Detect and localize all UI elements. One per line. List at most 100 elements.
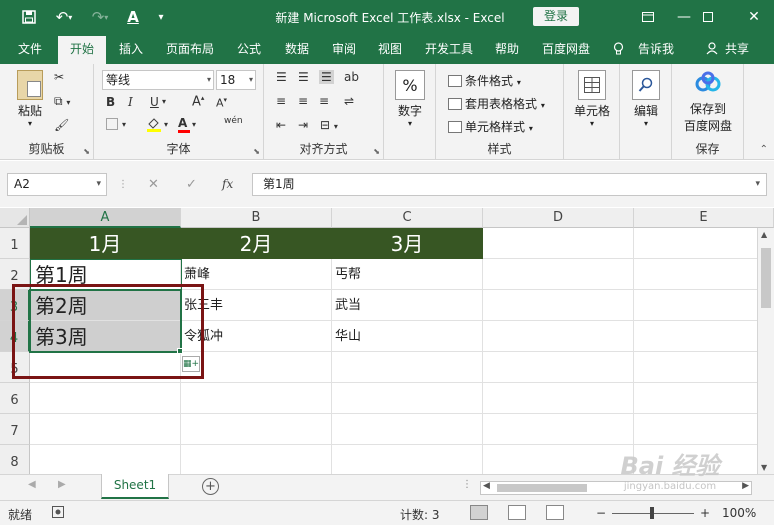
column-header-d[interactable]: D [483, 208, 634, 228]
fill-color-icon[interactable] [146, 116, 162, 135]
row-header-5[interactable]: 5 [0, 352, 30, 383]
scroll-left-icon[interactable]: ◀ [483, 481, 490, 491]
cell-e1[interactable] [634, 228, 774, 259]
cell-c4[interactable]: 华山 [332, 321, 483, 352]
cell-c6[interactable] [332, 383, 483, 414]
scroll-thumb[interactable] [497, 484, 587, 492]
cell-d4[interactable] [483, 321, 634, 352]
sheet-tab-sheet1[interactable]: Sheet1 [101, 474, 169, 499]
cell-e5[interactable] [634, 352, 774, 383]
redo-icon[interactable]: ↷ ▾ [84, 0, 116, 34]
align-center-icon[interactable]: ≡ [298, 94, 308, 108]
cell-c1[interactable]: 3月 [332, 228, 483, 259]
align-bottom-icon[interactable]: ☰ [319, 70, 334, 84]
ribbon-options-icon[interactable] [628, 0, 668, 34]
scroll-thumb[interactable] [761, 248, 771, 308]
cell-c7[interactable] [332, 414, 483, 445]
tab-split-icon[interactable]: ⋮ [462, 479, 472, 490]
align-top-icon[interactable]: ☰ [276, 70, 287, 84]
cancel-icon[interactable]: ✕ [148, 173, 159, 196]
font-name-select[interactable]: 等线 ▾ [102, 70, 214, 90]
close-icon[interactable]: ✕ [734, 0, 774, 34]
zoom-in-icon[interactable]: + [700, 506, 710, 520]
login-button[interactable]: 登录 [533, 7, 579, 26]
cell-b6[interactable] [181, 383, 332, 414]
customize-quick-access-icon[interactable]: ▾ [148, 0, 174, 34]
column-header-e[interactable]: E [634, 208, 774, 228]
align-middle-icon[interactable]: ☰ [298, 70, 309, 84]
column-header-b[interactable]: B [181, 208, 332, 228]
paste-button[interactable]: 粘贴 ▾ [10, 70, 50, 128]
cell-e6[interactable] [634, 383, 774, 414]
row-header-4[interactable]: 4 [0, 321, 30, 352]
tab-page-layout[interactable]: 页面布局 [160, 34, 220, 64]
cell-a1[interactable]: 1月 [30, 228, 181, 259]
editing-button[interactable]: 编辑 ▾ [626, 70, 666, 128]
column-header-c[interactable]: C [332, 208, 483, 228]
zoom-level[interactable]: 100% [722, 506, 756, 520]
tab-insert[interactable]: 插入 [112, 34, 150, 64]
tab-review[interactable]: 审阅 [325, 34, 363, 64]
decrease-indent-icon[interactable]: ⇤ [276, 118, 286, 132]
italic-button[interactable]: I [128, 95, 133, 109]
page-layout-view-icon[interactable] [508, 505, 526, 520]
row-header-1[interactable]: 1 [0, 228, 30, 259]
cell-b8[interactable] [181, 445, 332, 474]
cell-b5[interactable] [181, 352, 332, 383]
maximize-icon[interactable] [688, 0, 728, 34]
cell-c8[interactable] [332, 445, 483, 474]
cell-b3[interactable]: 张三丰 [181, 290, 332, 321]
phonetic-guide-button[interactable]: wén [224, 116, 243, 126]
tab-view[interactable]: 视图 [371, 34, 409, 64]
cell-a8[interactable] [30, 445, 181, 474]
cell-c5[interactable] [332, 352, 483, 383]
cell-a7[interactable] [30, 414, 181, 445]
number-format-button[interactable]: % 数字 ▾ [390, 70, 430, 128]
column-header-a[interactable]: A [30, 208, 181, 228]
copy-icon[interactable]: ⧉ ▾ [54, 94, 70, 109]
normal-view-icon[interactable] [470, 505, 488, 520]
cell-d2[interactable] [483, 259, 634, 290]
chevron-down-icon[interactable]: ▾ [122, 120, 126, 129]
cell-b4[interactable]: 令狐冲 [181, 321, 332, 352]
name-box[interactable]: A2 ▾ [7, 173, 107, 196]
underline-button[interactable]: U [150, 95, 159, 109]
scroll-up-icon[interactable]: ▲ [761, 230, 767, 239]
dialog-launcher-icon[interactable]: ⬊ [83, 147, 90, 156]
cell-e7[interactable] [634, 414, 774, 445]
font-color-icon[interactable]: A [120, 0, 146, 34]
tab-formulas[interactable]: 公式 [230, 34, 268, 64]
tab-file[interactable]: 文件 [8, 34, 52, 64]
share-button[interactable]: 共享 [722, 34, 752, 64]
cell-b7[interactable] [181, 414, 332, 445]
align-right-icon[interactable]: ≡ [319, 94, 329, 108]
auto-fill-options-icon[interactable]: ▦+ [182, 356, 200, 372]
next-sheet-icon[interactable]: ▶ [58, 479, 66, 490]
fill-handle[interactable] [177, 348, 183, 354]
add-sheet-icon[interactable]: + [202, 478, 219, 495]
cell-b1[interactable]: 2月 [181, 228, 332, 259]
prev-sheet-icon[interactable]: ◀ [28, 479, 36, 490]
borders-icon[interactable] [106, 118, 118, 133]
shrink-font-button[interactable]: A▾ [216, 96, 227, 110]
expand-formula-icon[interactable]: ▾ [755, 174, 760, 195]
collapse-ribbon-icon[interactable]: ⌃ [760, 144, 768, 155]
row-header-2[interactable]: 2 [0, 259, 30, 290]
macro-record-icon[interactable] [52, 506, 64, 521]
chevron-down-icon[interactable]: ▾ [164, 120, 168, 129]
cell-a3[interactable]: 第2周 [30, 290, 181, 321]
font-size-select[interactable]: 18 ▾ [216, 70, 256, 90]
vertical-scrollbar[interactable]: ▲ ▼ [757, 228, 774, 474]
formula-input[interactable]: 第1周 ▾ [252, 173, 767, 196]
cell-e4[interactable] [634, 321, 774, 352]
cell-e3[interactable] [634, 290, 774, 321]
merge-center-icon[interactable]: ⊟ ▾ [320, 118, 338, 132]
cell-d1[interactable] [483, 228, 634, 259]
align-left-icon[interactable]: ≡ [276, 94, 286, 108]
format-painter-icon[interactable]: 🖌 [54, 118, 69, 132]
dialog-launcher-icon[interactable]: ⬊ [373, 147, 380, 156]
enter-icon[interactable]: ✓ [186, 173, 197, 196]
row-header-6[interactable]: 6 [0, 383, 30, 414]
select-all-button[interactable] [0, 208, 30, 228]
cell-a4[interactable]: 第3周 [30, 321, 181, 352]
